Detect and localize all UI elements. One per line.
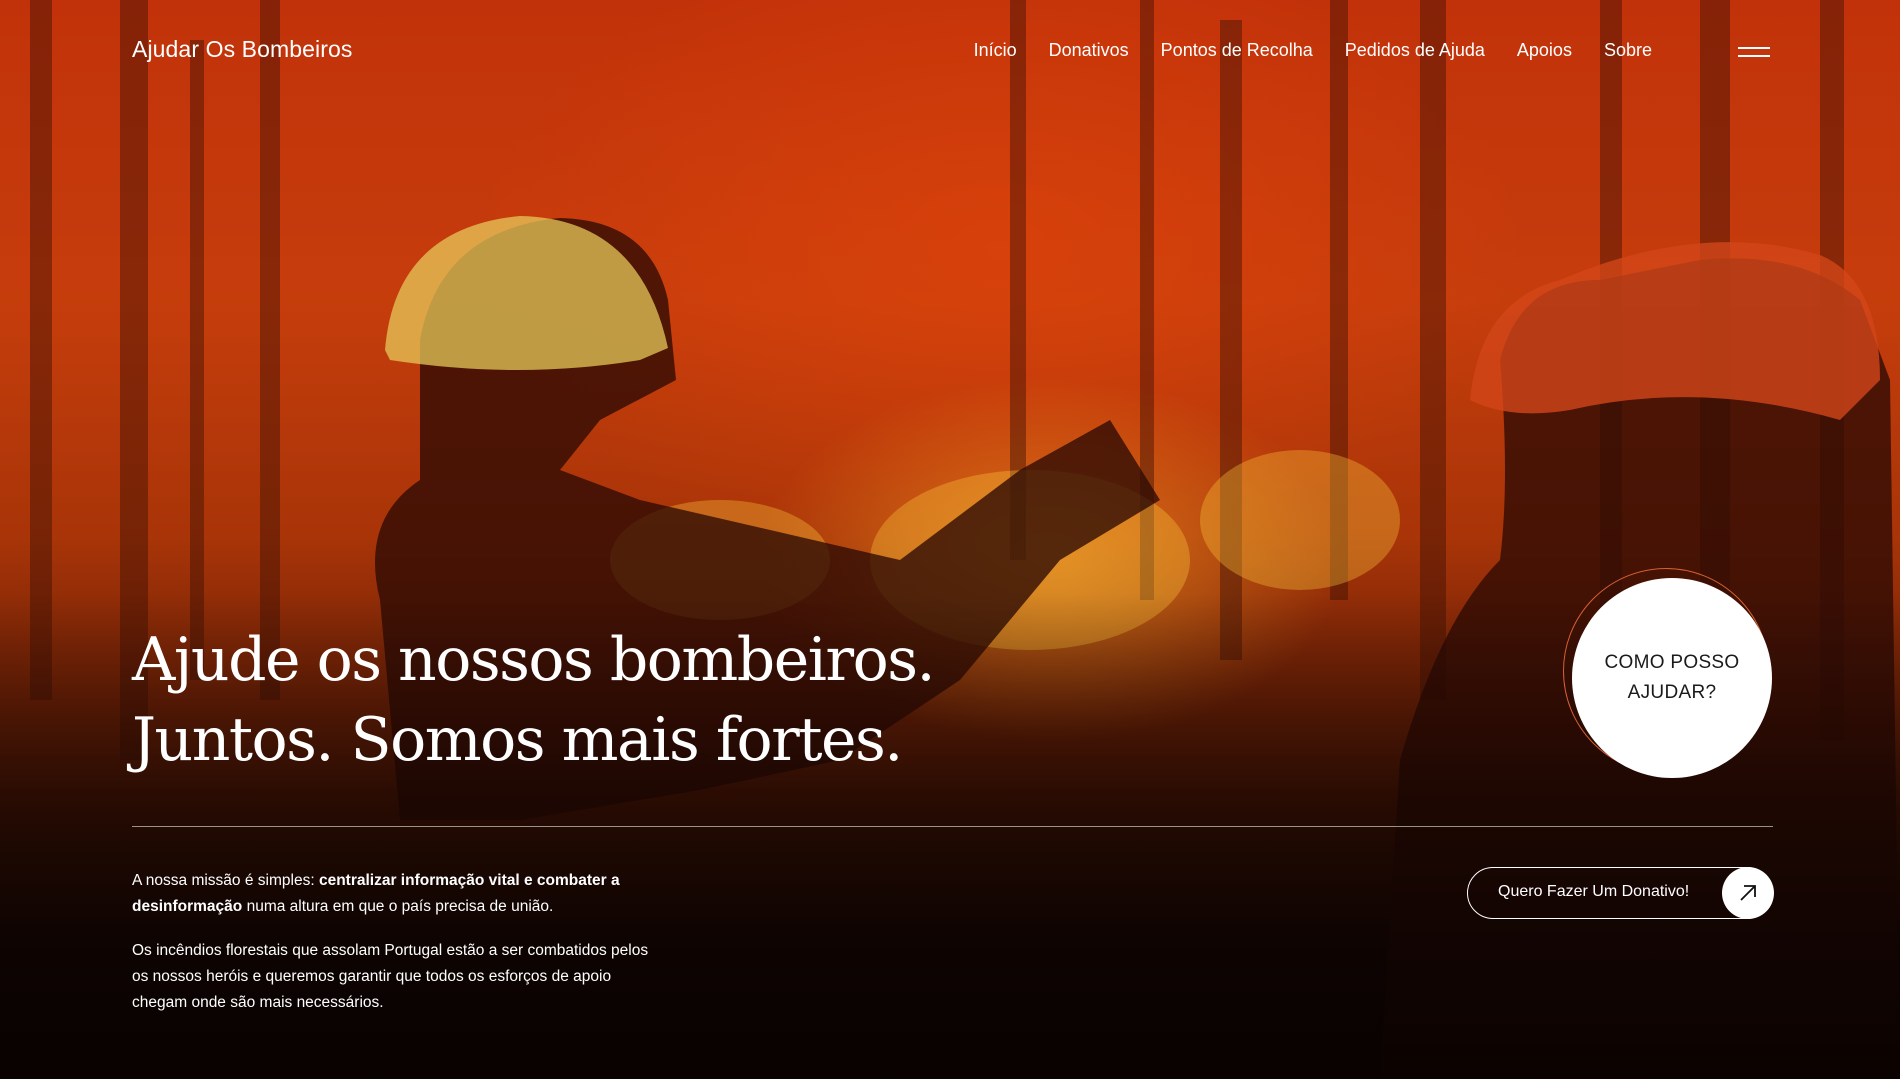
nav-item-apoios[interactable]: Apoios — [1517, 40, 1572, 61]
arrow-up-right-icon — [1721, 866, 1774, 919]
menu-line-bottom — [1738, 55, 1770, 57]
nav-item-pedidos-de-ajuda[interactable]: Pedidos de Ajuda — [1345, 40, 1485, 61]
mission-text: A nossa missão é simples: centralizar in… — [132, 868, 652, 1034]
hero-divider — [132, 826, 1773, 827]
mission-end: numa altura em que o país precisa de uni… — [242, 898, 554, 915]
nav-item-pontos-de-recolha[interactable]: Pontos de Recolha — [1161, 40, 1313, 61]
hamburger-icon[interactable] — [1738, 44, 1770, 58]
site-logo[interactable]: Ajudar Os Bombeiros — [132, 36, 353, 63]
donate-button-label: Quero Fazer Um Donativo! — [1498, 883, 1690, 900]
mission-intro: A nossa missão é simples: — [132, 872, 319, 889]
how-can-i-help-label: COMO POSSO AJUDAR? — [1604, 652, 1740, 703]
headline-line-1: Ajude os nossos bombeiros. — [132, 625, 936, 695]
nav-item-inicio[interactable]: Início — [974, 40, 1017, 61]
donate-button[interactable]: Quero Fazer Um Donativo! — [1467, 866, 1774, 919]
mission-paragraph-1: A nossa missão é simples: centralizar in… — [132, 868, 652, 920]
arrow-up-right-glyph — [1739, 884, 1756, 901]
headline-line-2: Juntos. Somos mais fortes. — [132, 705, 903, 775]
how-can-i-help-button[interactable]: COMO POSSO AJUDAR? — [1572, 578, 1772, 778]
menu-line-top — [1738, 47, 1770, 49]
nav-item-sobre[interactable]: Sobre — [1604, 40, 1652, 61]
nav-item-donativos[interactable]: Donativos — [1049, 40, 1129, 61]
mission-paragraph-2: Os incêndios florestais que assolam Port… — [132, 942, 649, 1011]
hero-headline: Ajude os nossos bombeiros. Juntos. Somos… — [132, 620, 936, 780]
main-nav: Início Donativos Pontos de Recolha Pedid… — [942, 40, 1652, 61]
